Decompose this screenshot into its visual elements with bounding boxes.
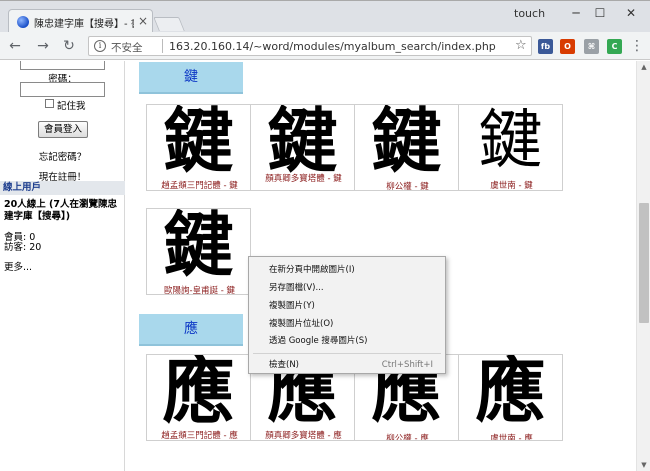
ctx-save-image[interactable]: 另存圖檔(V)... xyxy=(250,280,445,297)
extension-icon[interactable]: ⌘ xyxy=(584,39,599,54)
site-favicon-icon xyxy=(17,16,29,28)
ctx-inspect-label: 檢查(N) xyxy=(269,360,299,370)
vertical-scrollbar[interactable]: ▲ ▼ xyxy=(636,61,650,471)
bookmark-star-icon[interactable]: ☆ xyxy=(515,38,527,53)
username-input[interactable] xyxy=(20,61,105,70)
tab-close-icon[interactable]: × xyxy=(138,14,148,28)
calligraphy-caption[interactable]: 歐陽詢-皇甫誕 - 鍵 xyxy=(147,284,250,294)
browser-menu-icon[interactable]: ⋮ xyxy=(630,38,644,54)
security-label: 不安全 xyxy=(111,42,143,54)
calligraphy-image[interactable]: 鍵 xyxy=(251,105,354,177)
calligraphy-card[interactable]: 鍵 歐陽詢-皇甫誕 - 鍵 xyxy=(146,208,251,295)
calligraphy-caption[interactable]: 虞世南 - 應 xyxy=(459,432,562,440)
calligraphy-image[interactable]: 鍵 xyxy=(147,209,250,281)
ctx-inspect[interactable]: 檢查(N) Ctrl+Shift+I xyxy=(250,357,445,374)
calligraphy-caption[interactable]: 柳公權 - 應 xyxy=(355,432,458,440)
calligraphy-image[interactable]: 應 xyxy=(459,355,562,427)
ctx-inspect-shortcut: Ctrl+Shift+I xyxy=(381,360,433,370)
back-arrow-icon[interactable]: ← xyxy=(6,37,24,55)
calligraphy-card[interactable]: 鍵 顏真卿多寶塔體 - 鍵 xyxy=(250,104,355,191)
browser-toolbar: ← → ↻ i 不安全 163.20.160.14/~word/modules/… xyxy=(0,32,650,60)
remember-checkbox[interactable] xyxy=(45,99,54,108)
tab-title: 陳忠建字庫【搜尋】- 書 xyxy=(34,19,134,30)
calligraphy-image[interactable]: 鍵 xyxy=(355,105,458,177)
info-icon[interactable]: i xyxy=(94,40,106,52)
ctx-copy-image-address[interactable]: 複製圖片位址(O) xyxy=(250,316,445,333)
extension-icon[interactable]: O xyxy=(560,39,575,54)
calligraphy-caption[interactable]: 顏真卿多寶塔體 - 鍵 xyxy=(251,172,354,184)
address-bar[interactable]: i 不安全 163.20.160.14/~word/modules/myalbu… xyxy=(88,36,532,56)
online-users-text: 20人線上 (7人在瀏覽陳忠建字庫【搜尋】) xyxy=(4,199,117,222)
more-link[interactable]: 更多... xyxy=(4,259,32,273)
calligraphy-card[interactable]: 鍵 虞世南 - 鍵 xyxy=(458,104,563,191)
ctx-open-image-new-tab[interactable]: 在新分頁中開啟圖片(I) xyxy=(250,262,445,279)
context-menu: 在新分頁中開啟圖片(I) 另存圖檔(V)... 複製圖片(Y) 複製圖片位址(O… xyxy=(248,256,446,374)
sidebar: 密碼： 記住我 會員登入 忘記密碼？ 現在註冊！ 線上用戶 20人線上 (7人在… xyxy=(0,61,125,471)
calligraphy-caption[interactable]: 趙孟頫三門記體 - 鍵 xyxy=(147,179,250,190)
password-input[interactable] xyxy=(20,82,105,97)
scroll-up-icon[interactable]: ▲ xyxy=(637,61,650,73)
scroll-down-icon[interactable]: ▼ xyxy=(637,459,650,471)
title-bar: 陳忠建字庫【搜尋】- 書 × touch ─ ☐ ✕ xyxy=(0,0,650,33)
calligraphy-image[interactable]: 鍵 xyxy=(147,105,250,177)
browser-tab[interactable]: 陳忠建字庫【搜尋】- 書 × xyxy=(8,9,153,33)
calligraphy-caption[interactable]: 柳公權 - 鍵 xyxy=(355,180,458,190)
new-tab-button[interactable] xyxy=(153,17,185,31)
ctx-search-google-image[interactable]: 透過 Google 搜尋圖片(S) xyxy=(250,333,445,350)
ctx-separator xyxy=(253,353,441,354)
minimize-icon[interactable]: ─ xyxy=(565,5,587,21)
extension-icon[interactable]: fb xyxy=(538,39,553,54)
url-separator xyxy=(162,39,163,53)
calligraphy-caption[interactable]: 虞世南 - 鍵 xyxy=(459,179,562,190)
calligraphy-card[interactable]: 應 趙孟頫三門記體 - 應 xyxy=(146,354,251,441)
online-users-header: 線上用戶 xyxy=(0,181,125,195)
calligraphy-card[interactable]: 鍵 柳公權 - 鍵 xyxy=(354,104,459,191)
forward-arrow-icon[interactable]: → xyxy=(34,37,52,55)
forgot-password-link[interactable]: 忘記密碼？ xyxy=(0,149,125,163)
ctx-copy-image[interactable]: 複製圖片(Y) xyxy=(250,298,445,315)
remember-label: 記住我 xyxy=(57,101,86,112)
calligraphy-card[interactable]: 鍵 趙孟頫三門記體 - 鍵 xyxy=(146,104,251,191)
calligraphy-card[interactable]: 應 虞世南 - 應 xyxy=(458,354,563,441)
url-text[interactable]: 163.20.160.14/~word/modules/myalbum_sear… xyxy=(169,40,496,53)
calligraphy-image[interactable]: 鍵 xyxy=(459,105,562,177)
reload-icon[interactable]: ↻ xyxy=(60,37,78,55)
login-button[interactable]: 會員登入 xyxy=(38,121,88,138)
scroll-thumb[interactable] xyxy=(639,203,649,323)
calligraphy-image[interactable]: 應 xyxy=(147,355,250,427)
profile-name[interactable]: touch xyxy=(514,7,545,20)
calligraphy-caption[interactable]: 顏真卿多寶塔體 - 應 xyxy=(251,429,354,440)
maximize-icon[interactable]: ☐ xyxy=(589,5,611,21)
calligraphy-caption[interactable]: 趙孟頫三門記體 - 應 xyxy=(147,429,250,440)
extension-icon[interactable]: C xyxy=(607,39,622,54)
close-window-icon[interactable]: ✕ xyxy=(620,5,642,21)
section-header: 鍵 xyxy=(139,62,243,94)
guests-count: 訪客: 20 xyxy=(4,242,42,253)
section-header: 應 xyxy=(139,314,243,346)
